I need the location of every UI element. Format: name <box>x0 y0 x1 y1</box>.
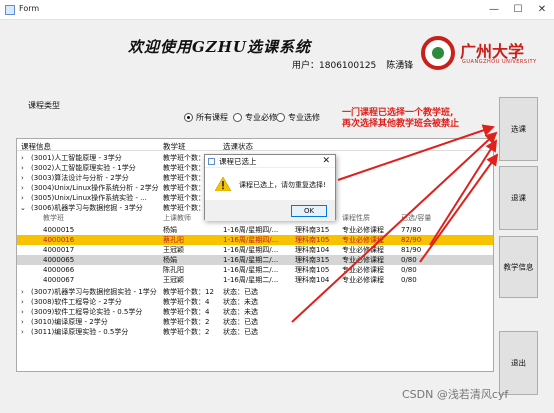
arrow-dialog-to-select <box>337 124 495 181</box>
watermark: CSDN @浅若清风cyf <box>402 388 509 401</box>
arrow-row-to-select <box>429 139 498 246</box>
annotation-arrows <box>291 124 499 323</box>
arrow-row2-to-select <box>419 153 499 263</box>
